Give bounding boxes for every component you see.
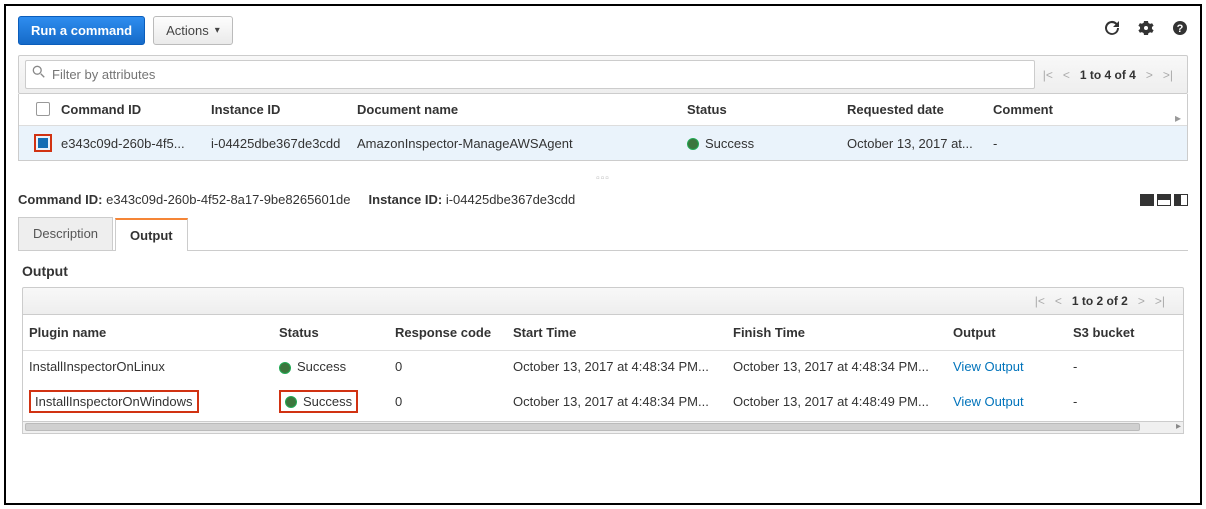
- top-toolbar: Run a command Actions ▾ ?: [18, 16, 1188, 45]
- select-all-checkbox[interactable]: [36, 102, 50, 116]
- instance-id-label: Instance ID:: [369, 192, 443, 207]
- cell-command-id: e343c09d-260b-4f5...: [61, 136, 211, 151]
- svg-text:?: ?: [1177, 23, 1184, 35]
- instance-id-value: i-04425dbe367de3cdd: [446, 192, 575, 207]
- detail-ids: Command ID: e343c09d-260b-4f52-8a17-9be8…: [18, 192, 575, 207]
- cell-plugin-name: InstallInspectorOnWindows: [29, 390, 199, 413]
- cell-plugin-name: InstallInspectorOnLinux: [29, 359, 279, 374]
- page-last-icon[interactable]: >|: [1163, 68, 1173, 82]
- layout-col-icon[interactable]: [1174, 194, 1188, 206]
- output-pager-bar: |< < 1 to 2 of 2 > >|: [22, 287, 1184, 315]
- view-output-link[interactable]: View Output: [953, 394, 1024, 409]
- page-first-icon[interactable]: |<: [1035, 294, 1045, 308]
- cell-instance-id: i-04425dbe367de3cdd: [211, 136, 357, 151]
- output-table-header: Plugin name Status Response code Start T…: [23, 315, 1183, 351]
- header-output[interactable]: Output: [953, 325, 1073, 340]
- header-command-id[interactable]: Command ID: [61, 102, 211, 117]
- scroll-right-icon[interactable]: ▸: [1176, 421, 1181, 432]
- help-icon[interactable]: ?: [1172, 20, 1188, 41]
- output-table: Plugin name Status Response code Start T…: [22, 315, 1184, 422]
- page-next-icon[interactable]: >: [1146, 68, 1153, 82]
- page-next-icon[interactable]: >: [1138, 294, 1145, 308]
- header-response-code[interactable]: Response code: [395, 325, 513, 340]
- actions-label: Actions: [166, 23, 209, 38]
- header-status[interactable]: Status: [687, 102, 847, 117]
- layout-split-icon[interactable]: [1157, 194, 1171, 206]
- page-first-icon[interactable]: |<: [1043, 68, 1053, 82]
- toolbar-right: ?: [1104, 20, 1188, 41]
- detail-tabs: Description Output: [18, 217, 1188, 251]
- gear-icon[interactable]: [1138, 20, 1154, 41]
- filter-input[interactable]: [52, 67, 1028, 82]
- cell-status: Success: [687, 136, 847, 151]
- header-plugin-name[interactable]: Plugin name: [29, 325, 279, 340]
- output-title: Output: [22, 263, 1184, 279]
- cell-start-time: October 13, 2017 at 4:48:34 PM...: [513, 359, 733, 374]
- header-requested-date[interactable]: Requested date: [847, 102, 993, 117]
- header-s3-bucket[interactable]: S3 bucket: [1073, 325, 1177, 340]
- cell-finish-time: October 13, 2017 at 4:48:34 PM...: [733, 359, 953, 374]
- pager-top: |< < 1 to 4 of 4 > >|: [1035, 68, 1181, 82]
- toolbar-left: Run a command Actions ▾: [18, 16, 233, 45]
- row-checkbox[interactable]: [34, 134, 52, 152]
- commands-table: Command ID Instance ID Document name Sta…: [18, 94, 1188, 161]
- cell-response-code: 0: [395, 359, 513, 374]
- app-frame: Run a command Actions ▾ ?: [4, 4, 1202, 505]
- row-caret-icon: ▸: [1175, 111, 1181, 125]
- output-row[interactable]: InstallInspectorOnWindows Success 0 Octo…: [23, 382, 1183, 421]
- status-success-icon: [279, 362, 291, 374]
- cell-document-name: AmazonInspector-ManageAWSAgent: [357, 136, 687, 151]
- search-icon: [32, 65, 46, 84]
- page-last-icon[interactable]: >|: [1155, 294, 1165, 308]
- output-section: Output |< < 1 to 2 of 2 > >| Plugin name…: [18, 263, 1188, 434]
- cell-status: Success: [279, 359, 395, 374]
- output-row[interactable]: InstallInspectorOnLinux Success 0 Octobe…: [23, 351, 1183, 382]
- command-id-label: Command ID:: [18, 192, 103, 207]
- status-success-icon: [285, 396, 297, 408]
- tab-description[interactable]: Description: [18, 217, 113, 250]
- filter-input-wrap[interactable]: [25, 60, 1035, 89]
- header-start-time[interactable]: Start Time: [513, 325, 733, 340]
- header-checkbox-col: [25, 102, 61, 117]
- page-prev-icon[interactable]: <: [1055, 294, 1062, 308]
- cell-s3-bucket: -: [1073, 394, 1177, 409]
- cell-s3-bucket: -: [1073, 359, 1177, 374]
- layout-toggle-group: [1140, 194, 1188, 206]
- horizontal-scrollbar[interactable]: ◂ ▸: [22, 422, 1184, 434]
- run-command-button[interactable]: Run a command: [18, 16, 145, 45]
- scrollbar-thumb[interactable]: [25, 423, 1140, 431]
- detail-header: Command ID: e343c09d-260b-4f52-8a17-9be8…: [18, 188, 1188, 217]
- cell-requested-date: October 13, 2017 at...: [847, 136, 993, 151]
- actions-dropdown-button[interactable]: Actions ▾: [153, 16, 233, 45]
- cell-status: Success: [279, 390, 358, 413]
- table-row[interactable]: e343c09d-260b-4f5... i-04425dbe367de3cdd…: [19, 126, 1187, 160]
- header-instance-id[interactable]: Instance ID: [211, 102, 357, 117]
- header-status[interactable]: Status: [279, 325, 395, 340]
- command-id-value: e343c09d-260b-4f52-8a17-9be8265601de: [106, 192, 350, 207]
- filter-bar: |< < 1 to 4 of 4 > >|: [18, 55, 1188, 94]
- pager-output: |< < 1 to 2 of 2 > >|: [1027, 294, 1173, 308]
- view-output-link[interactable]: View Output: [953, 359, 1024, 374]
- status-success-icon: [687, 138, 699, 150]
- refresh-icon[interactable]: [1104, 20, 1120, 41]
- cell-response-code: 0: [395, 394, 513, 409]
- output-pager-text: 1 to 2 of 2: [1072, 294, 1128, 308]
- pager-text: 1 to 4 of 4: [1080, 68, 1136, 82]
- splitter-handle[interactable]: ▫▫▫: [18, 173, 1188, 184]
- cell-comment: -: [993, 136, 1181, 151]
- layout-row-icon[interactable]: [1140, 194, 1154, 206]
- header-document-name[interactable]: Document name: [357, 102, 687, 117]
- tab-output[interactable]: Output: [115, 218, 188, 251]
- cell-finish-time: October 13, 2017 at 4:48:49 PM...: [733, 394, 953, 409]
- cell-start-time: October 13, 2017 at 4:48:34 PM...: [513, 394, 733, 409]
- page-prev-icon[interactable]: <: [1063, 68, 1070, 82]
- header-comment[interactable]: Comment: [993, 102, 1181, 117]
- header-finish-time[interactable]: Finish Time: [733, 325, 953, 340]
- chevron-down-icon: ▾: [215, 25, 220, 36]
- table-header-row: Command ID Instance ID Document name Sta…: [19, 94, 1187, 126]
